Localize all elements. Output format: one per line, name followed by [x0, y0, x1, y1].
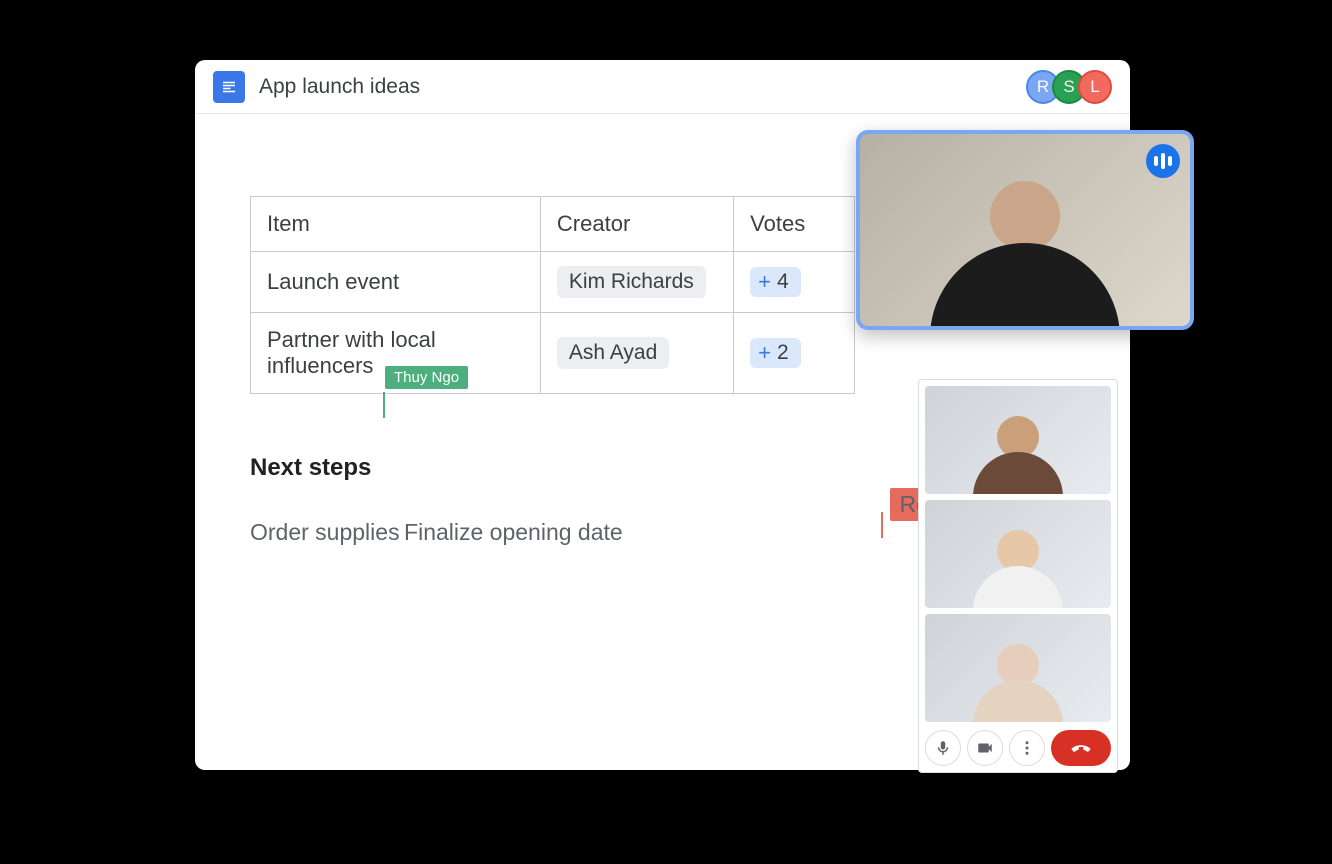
more-button[interactable] [1009, 730, 1045, 766]
more-vert-icon [1018, 739, 1036, 757]
presence-avatar-r-initial: R [1037, 77, 1049, 97]
camera-button[interactable] [967, 730, 1003, 766]
vote-chip[interactable]: +2 [750, 338, 801, 368]
docs-window: App launch ideas R S L Item Creator Vote… [195, 60, 1130, 770]
vote-count: 4 [777, 270, 789, 294]
table-row[interactable]: Partner with local influencers Ash Ayad … [251, 313, 855, 394]
table-header-row: Item Creator Votes [251, 197, 855, 252]
next-steps-list[interactable]: Order supplies Finalize opening date Ron… [250, 482, 855, 549]
presence-avatar-s-initial: S [1063, 77, 1074, 97]
meet-tile-2[interactable] [925, 500, 1111, 608]
document-title[interactable]: App launch ideas [259, 75, 420, 99]
document-page[interactable]: Item Creator Votes Launch event Kim Rich… [250, 136, 855, 770]
meet-tile-1[interactable] [925, 386, 1111, 494]
meet-tile-3[interactable] [925, 614, 1111, 722]
collab-caret-thuy [383, 392, 385, 418]
meet-controls [925, 730, 1111, 766]
cell-votes[interactable]: +2 [734, 313, 855, 394]
docs-app-icon[interactable] [213, 71, 245, 103]
vote-chip[interactable]: +4 [750, 267, 801, 297]
mic-icon [934, 739, 952, 757]
plus-icon: + [758, 269, 771, 295]
col-creator: Creator [540, 197, 733, 252]
presence-avatar-l[interactable]: L [1078, 70, 1112, 104]
vote-count: 2 [777, 341, 789, 365]
table-row[interactable]: Launch event Kim Richards +4 [251, 252, 855, 313]
collab-caret-ronald [881, 512, 883, 538]
active-speaker-tile[interactable] [856, 130, 1194, 330]
meet-panel[interactable] [918, 379, 1118, 773]
cell-creator[interactable]: Kim Richards [540, 252, 733, 313]
col-item: Item [251, 197, 541, 252]
creator-chip[interactable]: Kim Richards [557, 266, 706, 298]
hangup-button[interactable] [1051, 730, 1111, 766]
plus-icon: + [758, 340, 771, 366]
cell-item[interactable]: Launch event [251, 252, 541, 313]
cell-creator[interactable]: Ash Ayad [540, 313, 733, 394]
speaking-indicator-icon [1146, 144, 1180, 178]
presence-avatar-l-initial: L [1090, 77, 1099, 97]
camera-icon [976, 739, 994, 757]
phone-hangup-icon [1070, 737, 1092, 759]
col-votes: Votes [734, 197, 855, 252]
presence-avatars: R S L [1034, 70, 1112, 104]
mic-button[interactable] [925, 730, 961, 766]
next-steps-heading[interactable]: Next steps [250, 454, 371, 482]
step-item[interactable]: Finalize opening date [404, 519, 623, 545]
step-item[interactable]: Order supplies [250, 519, 400, 546]
collab-flag-thuy: Thuy Ngo [385, 366, 468, 389]
creator-chip[interactable]: Ash Ayad [557, 337, 669, 369]
cell-votes[interactable]: +4 [734, 252, 855, 313]
header-bar: App launch ideas R S L [195, 60, 1130, 114]
ideas-table[interactable]: Item Creator Votes Launch event Kim Rich… [250, 196, 855, 394]
